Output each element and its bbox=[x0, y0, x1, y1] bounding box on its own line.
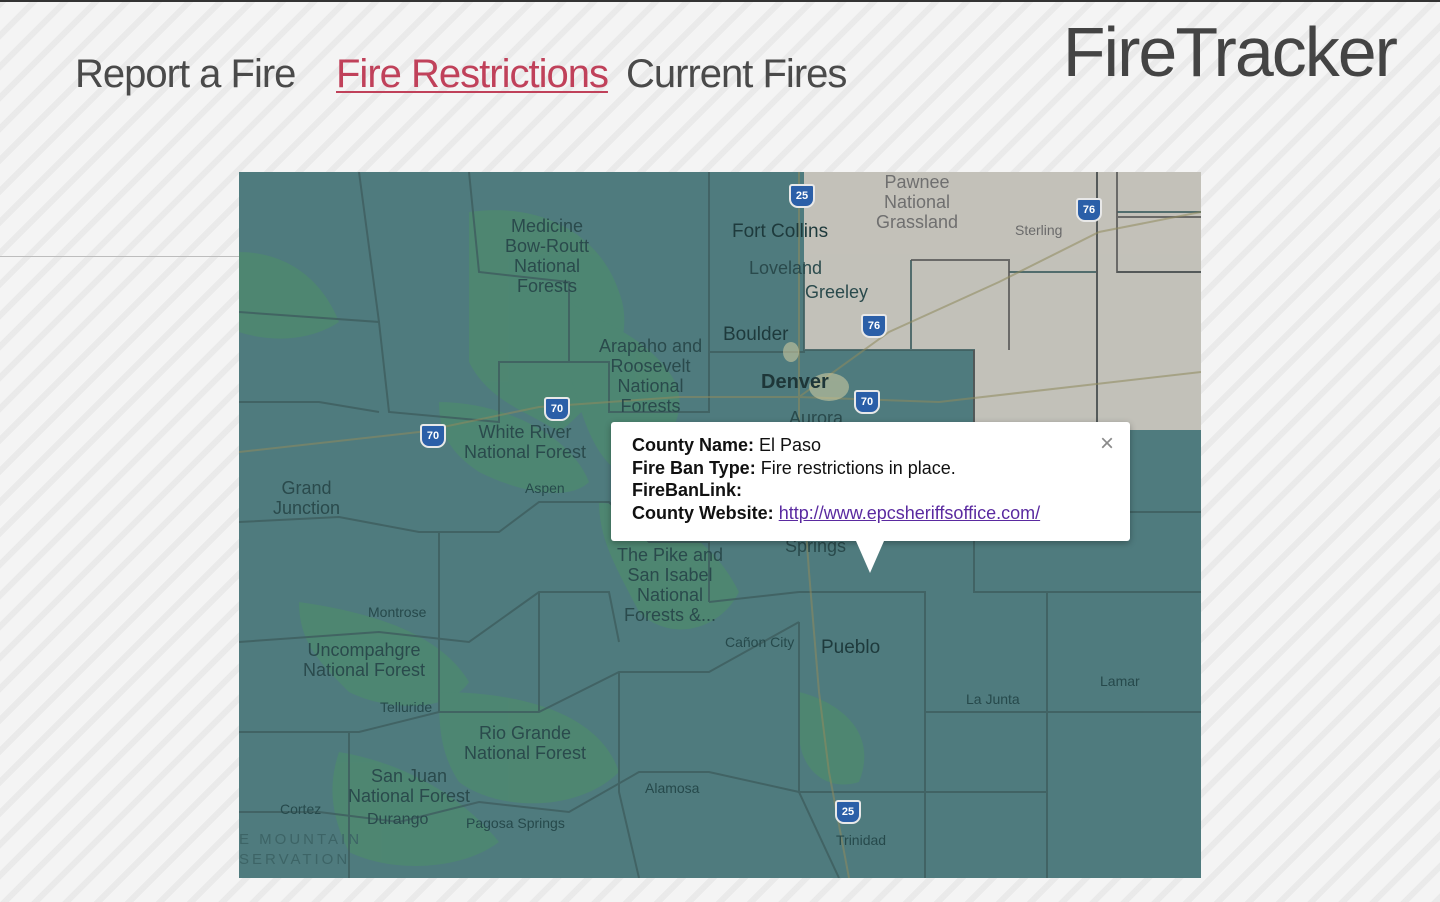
label-lamar: Lamar bbox=[1100, 673, 1140, 689]
label-trinidad: Trinidad bbox=[836, 832, 887, 848]
label-cortez: Cortez bbox=[280, 801, 322, 817]
label-uncompahgre: Uncompahgre National Forest bbox=[303, 640, 426, 680]
label-white-river: White River National Forest bbox=[464, 422, 587, 462]
label-boulder: Boulder bbox=[723, 324, 789, 345]
label-la-junta: La Junta bbox=[966, 691, 1020, 707]
label-aspen: Aspen bbox=[525, 480, 565, 496]
county-name-value: El Paso bbox=[759, 435, 822, 455]
top-border bbox=[0, 0, 1440, 2]
brand-title: FireTracker bbox=[1062, 13, 1398, 91]
nav-report-fire[interactable]: Report a Fire bbox=[75, 50, 296, 98]
label-canon-city: Cañon City bbox=[725, 634, 795, 650]
nav-current-fires[interactable]: Current Fires bbox=[626, 50, 847, 98]
county-name-label: County Name: bbox=[632, 435, 755, 455]
label-alamosa: Alamosa bbox=[645, 780, 700, 796]
label-denver: Denver bbox=[761, 371, 829, 393]
label-telluride: Telluride bbox=[380, 699, 433, 715]
fire-ban-link-label: FireBanLink: bbox=[632, 480, 743, 500]
label-arapaho: Arapaho and Roosevelt National Forests bbox=[599, 336, 703, 416]
divider bbox=[0, 256, 239, 257]
label-rio-grande: Rio Grande National Forest bbox=[464, 723, 587, 763]
label-pawnee: Pawnee National Grassland bbox=[876, 172, 959, 232]
main-nav: Report a Fire Fire Restrictions Current … bbox=[0, 50, 1000, 100]
county-name-row: County Name: El Paso bbox=[632, 434, 1040, 457]
fire-ban-type-value: Fire restrictions in place. bbox=[760, 457, 956, 478]
label-sterling: Sterling bbox=[1015, 222, 1063, 238]
county-website-label: County Website: bbox=[632, 502, 774, 523]
label-medicine-bow: Medicine Bow-Routt National Forests bbox=[505, 216, 590, 296]
label-san-juan: San Juan National Forest bbox=[348, 766, 471, 806]
close-icon[interactable]: × bbox=[1100, 432, 1114, 456]
label-fort-collins: Fort Collins bbox=[732, 221, 829, 242]
label-montrose: Montrose bbox=[368, 604, 427, 620]
county-info-popup: × County Name: El Paso Fire Ban Type: Fi… bbox=[611, 422, 1130, 573]
label-pueblo: Pueblo bbox=[821, 637, 881, 658]
interstate-76-shield-icon: 76 bbox=[1076, 198, 1102, 222]
label-durango: Durango bbox=[367, 811, 429, 828]
label-grand-junction: Grand Junction bbox=[273, 478, 341, 518]
label-greeley: Greeley bbox=[805, 282, 869, 302]
interstate-70-shield-icon: 70 bbox=[544, 397, 570, 421]
county-website-link[interactable]: http://www.epcsheriffsoffice.com/ bbox=[779, 503, 1040, 523]
label-ute-mountain: E MOUNTAIN SERVATION bbox=[239, 831, 363, 868]
interstate-70-shield-icon: 70 bbox=[420, 424, 446, 448]
fire-ban-type-label: Fire Ban Type: bbox=[632, 457, 756, 478]
interstate-70-shield-icon: 70 bbox=[854, 390, 880, 414]
label-loveland: Loveland bbox=[749, 258, 823, 278]
county-website-row: County Website: http://www.epcsheriffsof… bbox=[632, 502, 1040, 525]
fire-ban-link-row: FireBanLink: bbox=[632, 479, 1040, 502]
nav-fire-restrictions[interactable]: Fire Restrictions bbox=[336, 50, 609, 98]
interstate-25-shield-icon: 25 bbox=[789, 184, 815, 208]
label-pagosa-springs: Pagosa Springs bbox=[466, 815, 565, 831]
interstate-25-shield-icon: 25 bbox=[835, 800, 861, 824]
interstate-76-shield-icon: 76 bbox=[861, 314, 887, 338]
fire-ban-type-row: Fire Ban Type: Fire restrictions in plac… bbox=[632, 457, 1040, 480]
label-pike-san-isabel: The Pike and San Isabel National Forests… bbox=[617, 545, 724, 625]
